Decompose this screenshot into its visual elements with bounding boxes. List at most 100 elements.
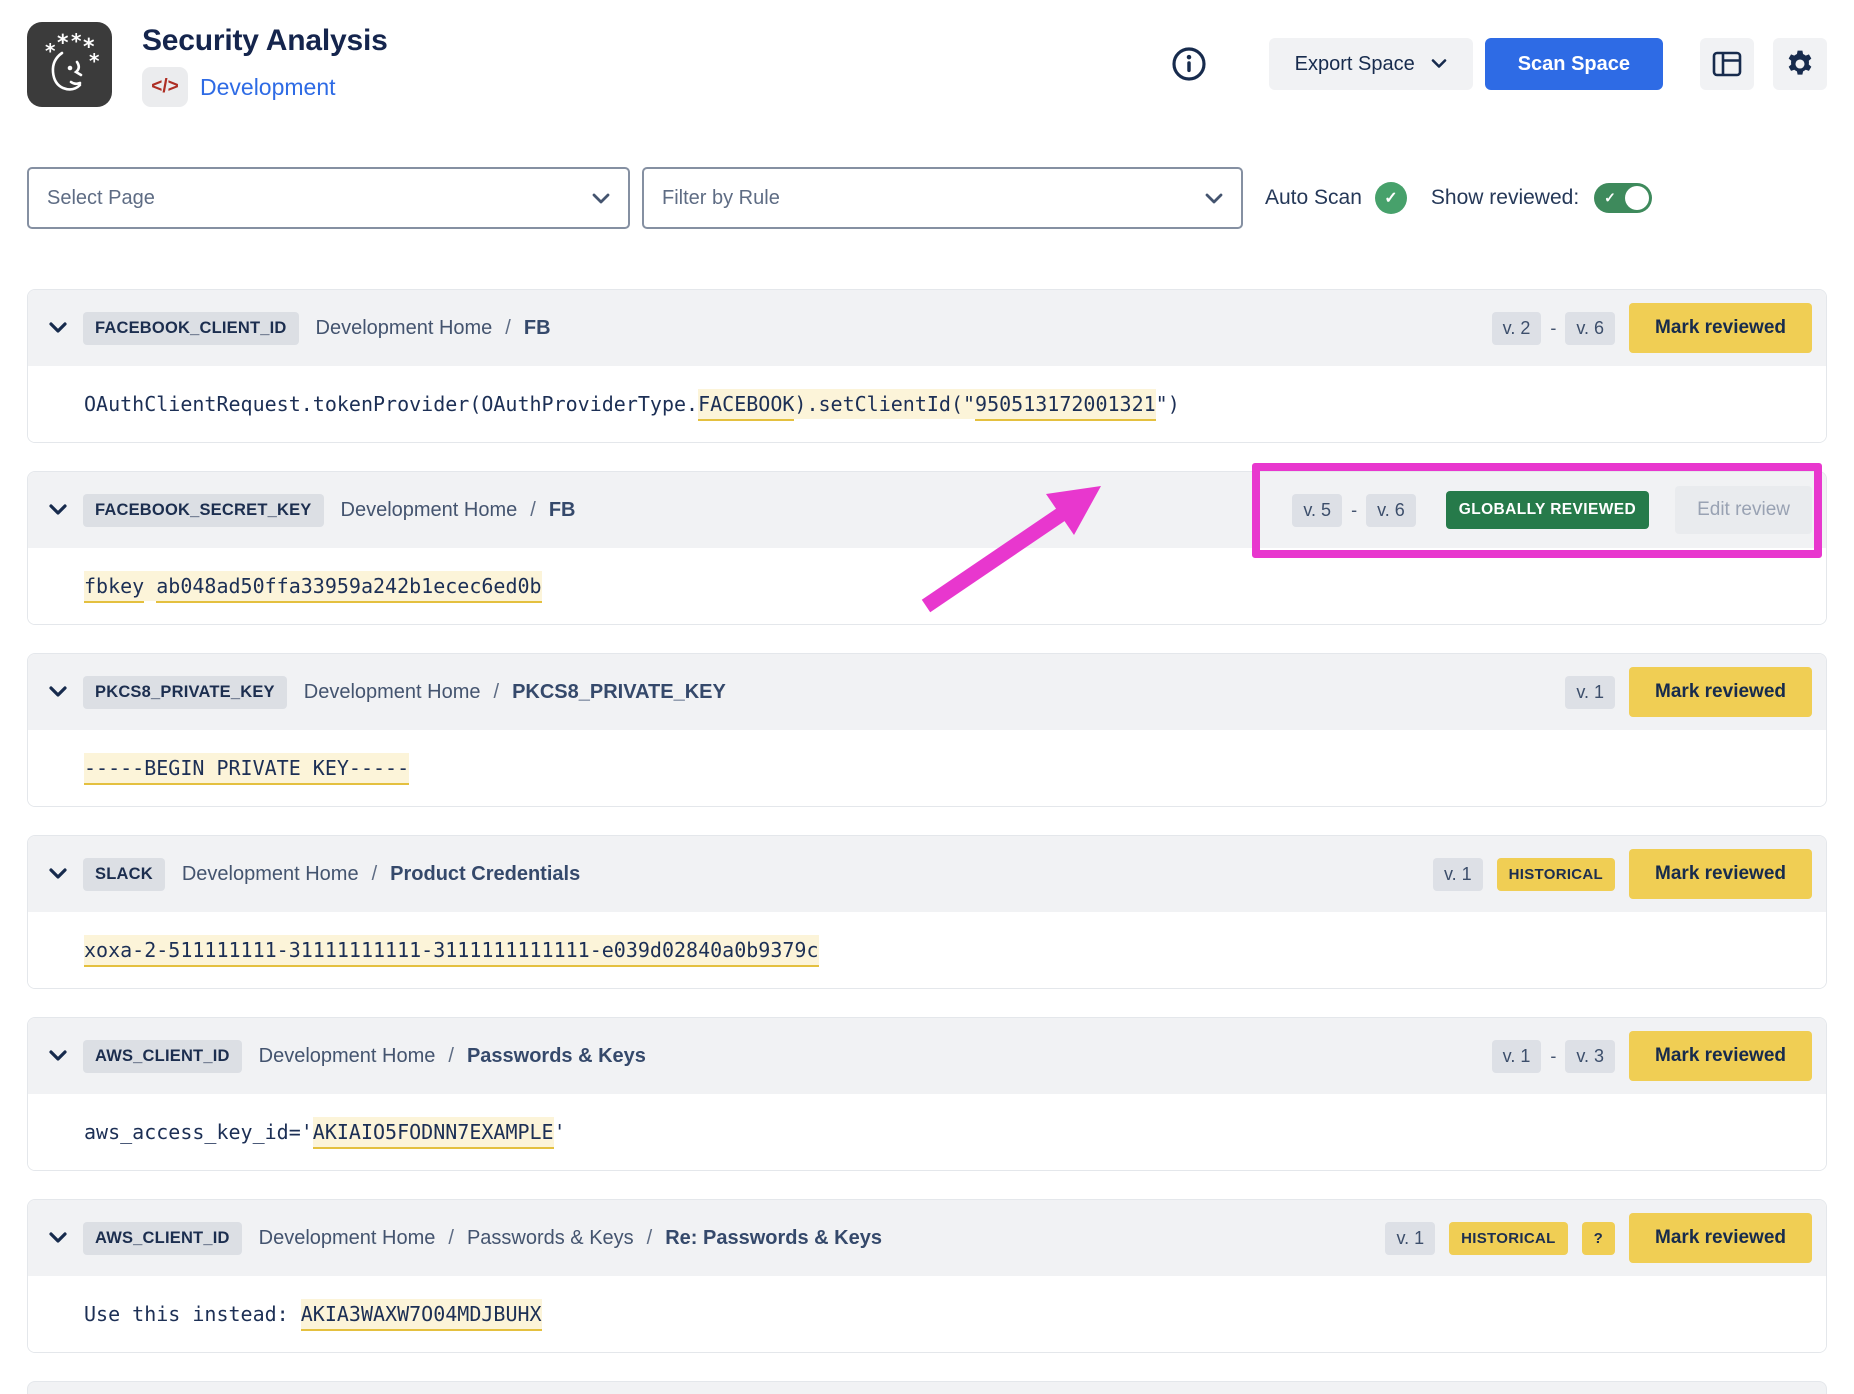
svg-text:*: * — [89, 49, 100, 73]
finding-row: AWS_CLIENT_IDDevelopment Home/Passwords … — [27, 1017, 1827, 1171]
space-link[interactable]: Development — [200, 74, 336, 101]
finding-row: SLACKDevelopment Home/Product Credential… — [27, 835, 1827, 989]
breadcrumb: Development Home/FB — [316, 317, 551, 340]
rule-badge: FACEBOOK_SECRET_KEY — [83, 494, 324, 527]
breadcrumb-item[interactable]: Development Home — [316, 317, 493, 340]
code-snippet: fbkey ab048ad50ffa33959a242b1ecec6ed0b — [28, 548, 1826, 624]
version-badge[interactable]: v. 6 — [1366, 494, 1416, 527]
collapse-chevron-icon[interactable] — [48, 868, 68, 880]
finding-row: FACEBOOK_CLIENT_IDDevelopment Home/FBv. … — [27, 289, 1827, 443]
breadcrumb-item[interactable]: PKCS8_PRIVATE_KEY — [512, 681, 726, 704]
auto-scan-check-icon: ✓ — [1375, 182, 1407, 214]
secret-match — [144, 571, 156, 601]
breadcrumb-item[interactable]: FB — [549, 499, 576, 522]
secret-match: ab048ad50ffa33959a242b1ecec6ed0b — [156, 571, 541, 603]
code-snippet: aws_access_key_id='AKIAIO5FODNN7EXAMPLE' — [28, 1094, 1826, 1170]
historical-badge: HISTORICAL — [1449, 1222, 1567, 1255]
breadcrumb-item[interactable]: Development Home — [304, 681, 481, 704]
mark-reviewed-button[interactable]: Mark reviewed — [1629, 1031, 1812, 1081]
select-page-placeholder: Select Page — [47, 187, 592, 210]
page-title: Security Analysis — [142, 24, 388, 58]
finding-header: AWS_CLIENT_ID Development Home/Passwords … — [28, 1200, 1826, 1276]
breadcrumb: Development Home/Passwords & Keys — [259, 1045, 646, 1068]
breadcrumb: Development Home/PKCS8_PRIVATE_KEY — [304, 681, 726, 704]
breadcrumb-item[interactable]: Product Credentials — [390, 863, 580, 886]
version-badge[interactable]: v. 1 — [1492, 1040, 1542, 1073]
svg-text:*: * — [45, 39, 56, 63]
settings-gear-icon[interactable] — [1773, 38, 1827, 90]
edit-review-button[interactable]: Edit review — [1675, 486, 1812, 534]
export-space-button[interactable]: Export Space — [1269, 38, 1473, 90]
finding-header: FACEBOOK_SECRET_KEY Development Home/FB v.… — [28, 472, 1826, 548]
secret-match: ).setClientId(" — [794, 389, 975, 419]
finding-header: SLACKDevelopment Home/Product Credential… — [28, 836, 1826, 912]
show-reviewed-toggle[interactable]: ✓ — [1594, 183, 1652, 213]
breadcrumb-item[interactable]: FB — [524, 317, 551, 340]
breadcrumb: Development Home / Product Credentials — [182, 863, 580, 886]
breadcrumb-item[interactable]: Passwords & Keys — [467, 1227, 634, 1250]
finding-row: FACEBOOK_SECRET_KEY Development Home/FB v.… — [27, 471, 1827, 625]
finding-actions: v. 2-v. 6Mark reviewed — [1492, 303, 1812, 353]
collapse-chevron-icon[interactable] — [48, 1232, 68, 1244]
filter-bar: Select Page Filter by Rule Auto Scan ✓ S… — [27, 167, 1827, 229]
version-badge[interactable]: v. 1 — [1433, 858, 1483, 891]
chevron-down-icon — [1205, 193, 1223, 204]
finding-row: PKCS8_PRIVATE_KEYDevelopment Home/PKCS8_… — [27, 653, 1827, 807]
breadcrumb-item[interactable]: Development Home — [259, 1227, 436, 1250]
mark-reviewed-button[interactable]: Mark reviewed — [1629, 849, 1812, 899]
mark-reviewed-button[interactable]: Mark reviewed — [1629, 1213, 1812, 1263]
collapse-chevron-icon[interactable] — [48, 1050, 68, 1062]
finding-actions: v. 1 HISTORICAL? Mark reviewed — [1385, 1213, 1812, 1263]
mark-reviewed-button[interactable]: Mark reviewed — [1629, 667, 1812, 717]
finding-actions: v. 1 Mark reviewed — [1565, 667, 1812, 717]
collapse-chevron-icon[interactable] — [48, 322, 68, 334]
app-header: * * * * * Security Analysis </> Developm… — [27, 22, 1827, 107]
code-snippet: -----BEGIN PRIVATE KEY----- — [28, 730, 1826, 806]
export-space-label: Export Space — [1295, 53, 1415, 76]
breadcrumb-item[interactable]: Re: Passwords & Keys — [665, 1227, 882, 1250]
code-snippet: xoxa-2-511111111-31111111111-31111111111… — [28, 912, 1826, 988]
breadcrumb-item[interactable]: Development Home — [259, 1045, 436, 1068]
breadcrumb-item[interactable]: Development Home — [182, 863, 359, 886]
collapse-chevron-icon[interactable] — [48, 686, 68, 698]
scan-space-button[interactable]: Scan Space — [1485, 38, 1663, 90]
mark-reviewed-button[interactable]: Mark reviewed — [1629, 303, 1812, 353]
app-logo: * * * * * — [27, 22, 112, 107]
collapse-chevron-icon[interactable] — [48, 504, 68, 516]
version-badge[interactable]: v. 1 — [1385, 1222, 1435, 1255]
breadcrumb: Development Home/Passwords & Keys/Re: Pa… — [259, 1227, 882, 1250]
version-range-dash: - — [1550, 1046, 1556, 1067]
layout-panel-icon[interactable] — [1700, 38, 1754, 90]
version-badge[interactable]: v. 1 — [1565, 676, 1615, 709]
version-badge[interactable]: v. 6 — [1565, 312, 1615, 345]
findings-list: FACEBOOK_CLIENT_IDDevelopment Home/FBv. … — [27, 289, 1827, 1353]
svg-text:*: * — [71, 29, 82, 53]
version-badge[interactable]: v. 2 — [1492, 312, 1542, 345]
finding-actions: v. 1HISTORICALMark reviewed — [1433, 849, 1812, 899]
secret-match: fbkey — [84, 571, 144, 603]
version-badge[interactable]: v. 3 — [1565, 1040, 1615, 1073]
secret-match: 950513172001321 — [975, 389, 1156, 421]
toggle-knob — [1625, 186, 1649, 210]
finding-header: AWS_CLIENT_IDDevelopment Home/Passwords … — [28, 1018, 1826, 1094]
rule-badge: AWS_CLIENT_ID — [83, 1222, 242, 1255]
breadcrumb: Development Home/FB — [341, 499, 576, 522]
auto-scan-label: Auto Scan — [1265, 186, 1362, 210]
breadcrumb-item[interactable]: Passwords & Keys — [467, 1045, 646, 1068]
code-snippet: Use this instead: AKIA3WAXW7O04MDJBUHX — [28, 1276, 1826, 1352]
secret-match: -----BEGIN PRIVATE KEY----- — [84, 753, 409, 785]
version-range-dash: - — [1351, 500, 1357, 521]
auto-scan-status: Auto Scan ✓ — [1265, 182, 1407, 214]
secret-match: xoxa-2-511111111-31111111111-31111111111… — [84, 935, 819, 967]
filter-by-rule-dropdown[interactable]: Filter by Rule — [642, 167, 1243, 229]
breadcrumb-separator: / — [372, 863, 378, 886]
security-analysis-page: * * * * * Security Analysis </> Developm… — [0, 0, 1854, 1394]
version-badge[interactable]: v. 5 — [1292, 494, 1342, 527]
svg-text:*: * — [57, 31, 69, 56]
breadcrumb-item[interactable]: Development Home — [341, 499, 518, 522]
select-page-dropdown[interactable]: Select Page — [27, 167, 630, 229]
info-icon[interactable] — [1171, 46, 1207, 82]
toggle-check-icon: ✓ — [1604, 190, 1616, 207]
help-badge[interactable]: ? — [1582, 1222, 1615, 1255]
code-badge-icon: </> — [142, 67, 188, 107]
